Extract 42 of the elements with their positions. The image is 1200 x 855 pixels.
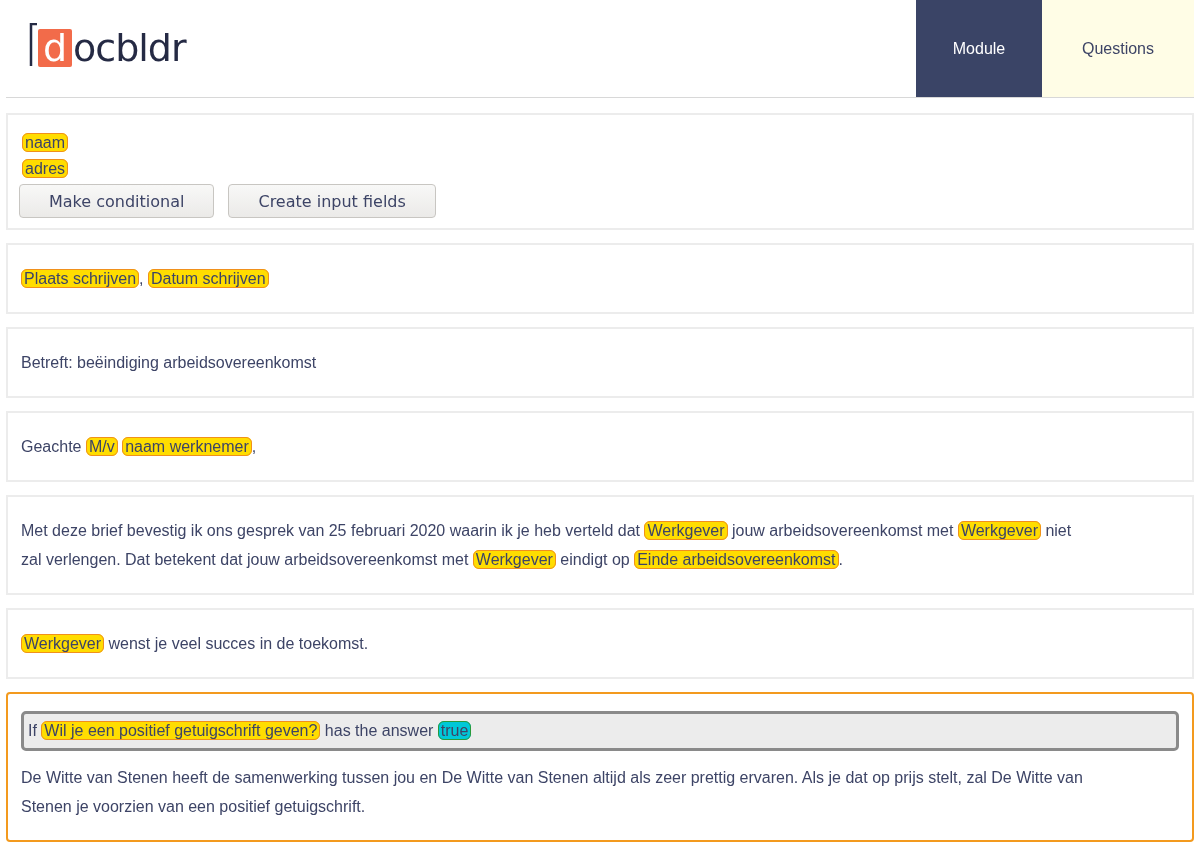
paragraph-text: Betreft: beëindiging arbeidsovereenkomst <box>21 354 317 371</box>
variable-tag[interactable]: Einde arbeidsovereenkomst <box>634 550 839 569</box>
paragraph-block[interactable]: Geachte M/v naam werknemer , <box>6 411 1194 482</box>
logo-mark: d <box>38 29 72 67</box>
variable-tag[interactable]: Werkgever <box>644 521 728 540</box>
answer-tag[interactable]: true <box>437 721 472 740</box>
paragraph-text: zal verlengen. Dat betekent dat jouw arbeidsovereenkomst met <box>21 551 469 568</box>
paragraph-text: , <box>251 438 257 455</box>
variable-tag[interactable]: Werkgever <box>21 634 105 653</box>
variable-tag[interactable]: Datum schrijven <box>147 269 269 288</box>
action-button[interactable]: Create input fields <box>228 184 436 218</box>
condition-bar[interactable]: If Wil je een positief getuigschrift geven? has the answer true <box>21 711 1179 751</box>
variable-tag[interactable]: adres <box>22 159 69 178</box>
paragraph-text: wenst je veel succes in de toekomst. <box>108 635 369 652</box>
variable-tag[interactable]: Werkgever <box>957 521 1041 540</box>
paragraph-text: niet <box>1045 522 1072 539</box>
variable-tag[interactable]: Plaats schrijven <box>21 269 140 288</box>
action-button[interactable]: Make conditional <box>19 184 215 218</box>
paragraph-text: De Witte van Stenen heeft de samenwerking tussen jou en De Witte van Stenen altijd als zeer prettig ervaren. Als je dat op prijs stelt, zal De Witte van <box>21 769 1083 786</box>
conditional-block[interactable] <box>6 692 1194 842</box>
paragraph-text: If <box>28 722 37 739</box>
paragraph-text: , <box>139 270 144 287</box>
paragraph-text: Met deze brief bevestig ik ons gesprek van 25 februari 2020 waarin ik je heb verteld dat <box>21 522 641 539</box>
paragraph-block[interactable]: Plaats schrijven , Datum schrijven <box>6 243 1194 314</box>
nav-tab[interactable]: Questions <box>1042 0 1194 97</box>
paragraph-text: jouw arbeidsovereenkomst met <box>732 522 954 539</box>
paragraph-text: has the answer <box>324 722 434 739</box>
variable-tag[interactable]: M/v <box>85 437 118 456</box>
variable-tag[interactable]: Wil je een positief getuigschrift geven? <box>41 721 321 740</box>
logo-text: ocbldr <box>73 29 186 67</box>
variable-tag[interactable]: naam werknemer <box>122 437 252 456</box>
paragraph-text: eindigt op <box>560 551 630 568</box>
paragraph-text: Stenen je voorzien van een positief getuigschrift. <box>21 798 366 815</box>
paragraph-text: Geachte <box>21 438 82 455</box>
nav-tab[interactable]: Module <box>916 0 1042 97</box>
variable-tag[interactable]: naam <box>22 133 69 152</box>
variable-tag[interactable]: Werkgever <box>472 550 556 569</box>
paragraph-block[interactable]: Werkgever wenst je veel succes in de toekomst. <box>6 608 1194 679</box>
logo-bracket-icon <box>28 23 38 67</box>
paragraph-text: . <box>838 551 843 568</box>
paragraph-block[interactable] <box>6 495 1194 595</box>
paragraph-block[interactable]: Betreft: beëindiging arbeidsovereenkomst <box>6 327 1194 398</box>
